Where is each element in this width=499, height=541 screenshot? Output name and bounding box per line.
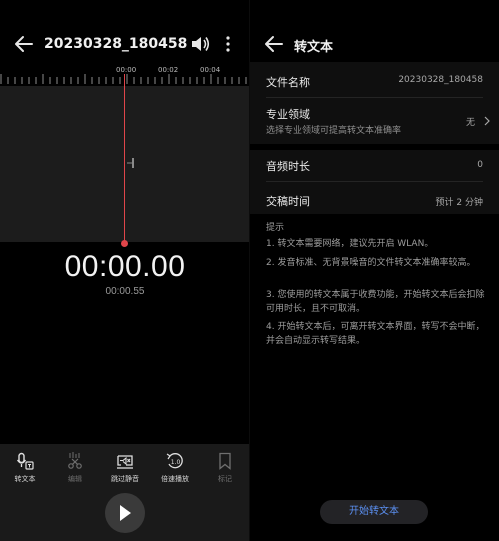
more-options-icon[interactable] bbox=[224, 35, 232, 53]
start-transcription-button[interactable]: 开始转文本 bbox=[320, 500, 428, 524]
speaker-icon[interactable] bbox=[190, 36, 210, 52]
domain-value: 无 bbox=[465, 118, 475, 128]
svg-text:1.0: 1.0 bbox=[171, 459, 181, 466]
play-icon bbox=[120, 505, 131, 521]
file-info-card: 文件名称 20230328_180458 专业领域 选择专业领域可提高转文本准确… bbox=[250, 62, 499, 144]
tool-label: 跳过静音 bbox=[111, 475, 139, 483]
recording-duration: 00:00.55 bbox=[105, 286, 145, 297]
tool-label: 编辑 bbox=[68, 475, 82, 483]
audio-duration-label: 音频时长 bbox=[266, 160, 310, 173]
back-arrow-icon[interactable] bbox=[14, 35, 34, 53]
play-button[interactable] bbox=[105, 493, 145, 533]
tool-bookmark: 标记 bbox=[205, 452, 245, 484]
scissors-icon bbox=[68, 452, 82, 469]
chevron-right-icon bbox=[484, 116, 490, 126]
timeline-ticks bbox=[0, 74, 247, 84]
tool-label: 转文本 bbox=[14, 475, 36, 483]
domain-subtext: 选择专业领域可提高转文本准确率 bbox=[266, 126, 402, 136]
delivery-time-label: 交稿时间 bbox=[266, 195, 310, 208]
tip-item: 2. 发音标准、无背景噪音的文件转文本准确率较高。 bbox=[266, 258, 476, 268]
recording-player-panel: 20230328_180458 00:00 00:02 00:04 00:00.… bbox=[0, 0, 250, 541]
tool-speech-to-text[interactable]: 转文本 bbox=[5, 452, 45, 484]
waveform-area[interactable] bbox=[0, 86, 250, 242]
delivery-time-value: 预计 2 分钟 bbox=[435, 198, 483, 208]
back-arrow-icon[interactable] bbox=[264, 35, 284, 53]
tool-label: 倍速播放 bbox=[161, 475, 189, 483]
transcribe-info-card: 音频时长 0 交稿时间 预计 2 分钟 bbox=[250, 150, 499, 214]
recording-title: 20230328_180458 bbox=[44, 36, 188, 52]
playhead-handle[interactable] bbox=[121, 240, 128, 247]
row-divider bbox=[266, 181, 483, 182]
tip-item: 4. 开始转文本后，可离开转文本界面，转写不会中断，并会自动显示转写结果。 bbox=[266, 322, 485, 346]
tool-label: 标记 bbox=[218, 475, 232, 483]
tip-item: 3. 您使用的转文本属于收费功能，开始转文本后会扣除可用时长，且不可取消。 bbox=[266, 290, 485, 314]
file-name-value: 20230328_180458 bbox=[398, 75, 483, 85]
skip-silence-icon bbox=[117, 455, 133, 469]
domain-row[interactable]: 专业领域 选择专业领域可提高转文本准确率 无 bbox=[250, 98, 499, 144]
speech-to-text-icon bbox=[16, 452, 34, 470]
tool-playback-speed[interactable]: 1.0 倍速播放 bbox=[155, 452, 195, 484]
domain-label: 专业领域 bbox=[266, 108, 310, 121]
speech-to-text-panel: 转文本 文件名称 20230328_180458 专业领域 选择专业领域可提高转… bbox=[250, 0, 499, 541]
tool-skip-silence[interactable]: 跳过静音 bbox=[105, 452, 145, 484]
timeline-ruler[interactable]: 00:00 00:02 00:04 bbox=[0, 62, 250, 86]
page-title: 转文本 bbox=[294, 40, 334, 55]
file-name-label: 文件名称 bbox=[266, 76, 310, 89]
speed-icon: 1.0 bbox=[166, 453, 183, 469]
tool-edit: 编辑 bbox=[55, 452, 95, 484]
waveform-marker-icon bbox=[127, 158, 134, 168]
playhead-line[interactable] bbox=[124, 74, 125, 244]
playback-timer: 00:00.00 bbox=[64, 250, 186, 283]
bookmark-icon bbox=[219, 452, 231, 470]
player-header: 20230328_180458 bbox=[0, 0, 250, 60]
tip-item: 1. 转文本需要网络，建议先开启 WLAN。 bbox=[266, 239, 434, 249]
tips-title: 提示 bbox=[266, 223, 285, 233]
audio-duration-value: 0 bbox=[477, 160, 483, 170]
